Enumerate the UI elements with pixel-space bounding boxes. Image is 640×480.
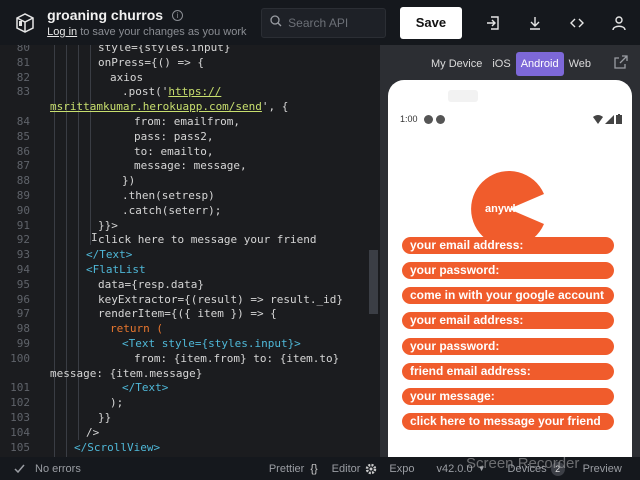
status-time: 1:00 <box>400 114 418 124</box>
snack-logo-icon[interactable] <box>10 8 39 38</box>
code-line: 99 <Text style={styles.input}> <box>16 337 301 350</box>
wifi-icon <box>593 114 603 124</box>
notification-icon <box>423 114 433 124</box>
editor-scrollbar[interactable] <box>369 250 378 314</box>
code-line: 96 keyExtractor={(result) => result._id} <box>16 292 344 306</box>
code-line: 100 from: {item.from} to: {item.to} <box>10 351 340 365</box>
preview-toggle[interactable]: Preview <box>583 463 622 475</box>
code-line: 98 return ( <box>16 322 163 336</box>
code-line: 91}}> <box>16 218 118 232</box>
code-line: 95 data={resp.data} <box>16 277 204 291</box>
gear-icon <box>366 463 377 474</box>
code-line: 89 .then(setresp) <box>16 189 215 202</box>
battery-icon <box>616 114 622 124</box>
preview-panel: My Device iOS Android Web 1:00 anywhere … <box>380 45 640 460</box>
open-external-icon[interactable] <box>614 55 628 74</box>
code-line: 80 style={styles.input} <box>16 45 231 54</box>
status-bar: 1:00 <box>400 112 622 126</box>
code-editor[interactable]: 80 style={styles.input} 81 onPress={() => … <box>0 45 380 457</box>
sync-icon <box>435 114 445 124</box>
code-line: 88}) <box>16 174 136 188</box>
code-line: 97 renderItem={({ item }) => { <box>16 307 277 321</box>
tab-android[interactable]: Android <box>515 52 564 76</box>
code-line: 90 .catch(seterr); <box>16 203 222 217</box>
snack-app: groaning churros i Log in to save your c… <box>0 0 640 480</box>
code-line: 82 axios <box>16 70 144 84</box>
password-input[interactable]: your password: <box>402 338 614 355</box>
code-line: 86 to: emailto, <box>16 144 214 158</box>
logo-text: anywhere <box>485 203 536 215</box>
braces-icon: {} <box>310 462 318 475</box>
code-line: 104/> <box>10 425 100 439</box>
friend-email-input[interactable]: friend email address: <box>402 363 614 380</box>
save-hint: Log in to save your changes as you work <box>47 26 247 38</box>
info-icon[interactable]: i <box>172 9 184 21</box>
screen-recorder-watermark: Screen Recorder <box>466 455 580 472</box>
project-info: groaning churros i Log in to save your c… <box>47 7 247 38</box>
signal-icon <box>605 114 614 124</box>
google-login-button[interactable]: come in with your google account <box>402 287 614 304</box>
code-line: 84 from: emailfrom, <box>16 115 240 128</box>
save-button[interactable]: Save <box>399 6 462 39</box>
account-icon[interactable] <box>598 7 640 39</box>
errors-label: No errors <box>35 462 81 475</box>
check-icon <box>14 464 25 473</box>
message-input[interactable]: your message: <box>402 388 614 405</box>
header-actions <box>472 7 640 39</box>
open-project-icon[interactable] <box>472 7 514 39</box>
top-bar: groaning churros i Log in to save your c… <box>0 0 640 45</box>
download-icon[interactable] <box>514 7 556 39</box>
code-line: message: {item.message} <box>50 366 203 380</box>
errors-status[interactable]: No errors <box>14 463 81 475</box>
save-hint-text: to save your changes as you work <box>77 26 247 38</box>
platform-tabs: My Device iOS Android Web <box>426 52 596 76</box>
code-line: 102); <box>10 396 124 410</box>
tab-ios[interactable]: iOS <box>487 52 515 76</box>
text-cursor-icon: I <box>91 231 98 244</box>
prettier-label: Prettier <box>268 462 305 475</box>
embed-code-icon[interactable] <box>556 7 598 39</box>
search-icon <box>270 14 282 32</box>
password-input[interactable]: your password: <box>402 262 614 279</box>
code-line: 103}} <box>10 411 112 424</box>
expo-label: Expo <box>389 462 415 475</box>
prettier-toggle[interactable]: Prettier {} <box>269 463 318 475</box>
code-line: 81 onPress={() => { <box>16 55 204 69</box>
project-title[interactable]: groaning churros <box>47 7 163 23</box>
tab-web[interactable]: Web <box>564 52 596 76</box>
code-line: 92 click here to message your friend <box>16 233 317 247</box>
send-message-button[interactable]: click here to message your friend <box>402 413 614 430</box>
code-line: 93 </Text> <box>16 248 133 262</box>
code-line: 87 message: message, <box>16 159 247 173</box>
code-line: 94 <FlatList <box>16 263 146 276</box>
code-line: msrittamkumar.herokuapp.com/send', { <box>50 100 289 114</box>
code-line: 101 </Text> <box>10 381 169 395</box>
email-input[interactable]: your email address: <box>402 312 614 329</box>
editor-label: Editor <box>331 462 361 475</box>
search-box[interactable] <box>261 7 386 38</box>
code-line: 85 pass: pass2, <box>16 129 214 143</box>
login-link[interactable]: Log in <box>47 26 77 38</box>
expo-info[interactable]: Expo <box>389 463 414 475</box>
search-input[interactable] <box>288 15 379 30</box>
code-line: 83 .post('https:// <box>16 85 222 99</box>
tab-my-device[interactable]: My Device <box>426 52 487 76</box>
email-input[interactable]: your email address: <box>402 237 614 254</box>
camera-notch <box>448 90 478 102</box>
code-line: 105 </ScrollView> <box>10 440 161 454</box>
android-device: 1:00 anywhere your email address: your p… <box>388 80 632 460</box>
editor-settings[interactable]: Editor <box>332 463 378 475</box>
preview-label: Preview <box>582 462 622 475</box>
